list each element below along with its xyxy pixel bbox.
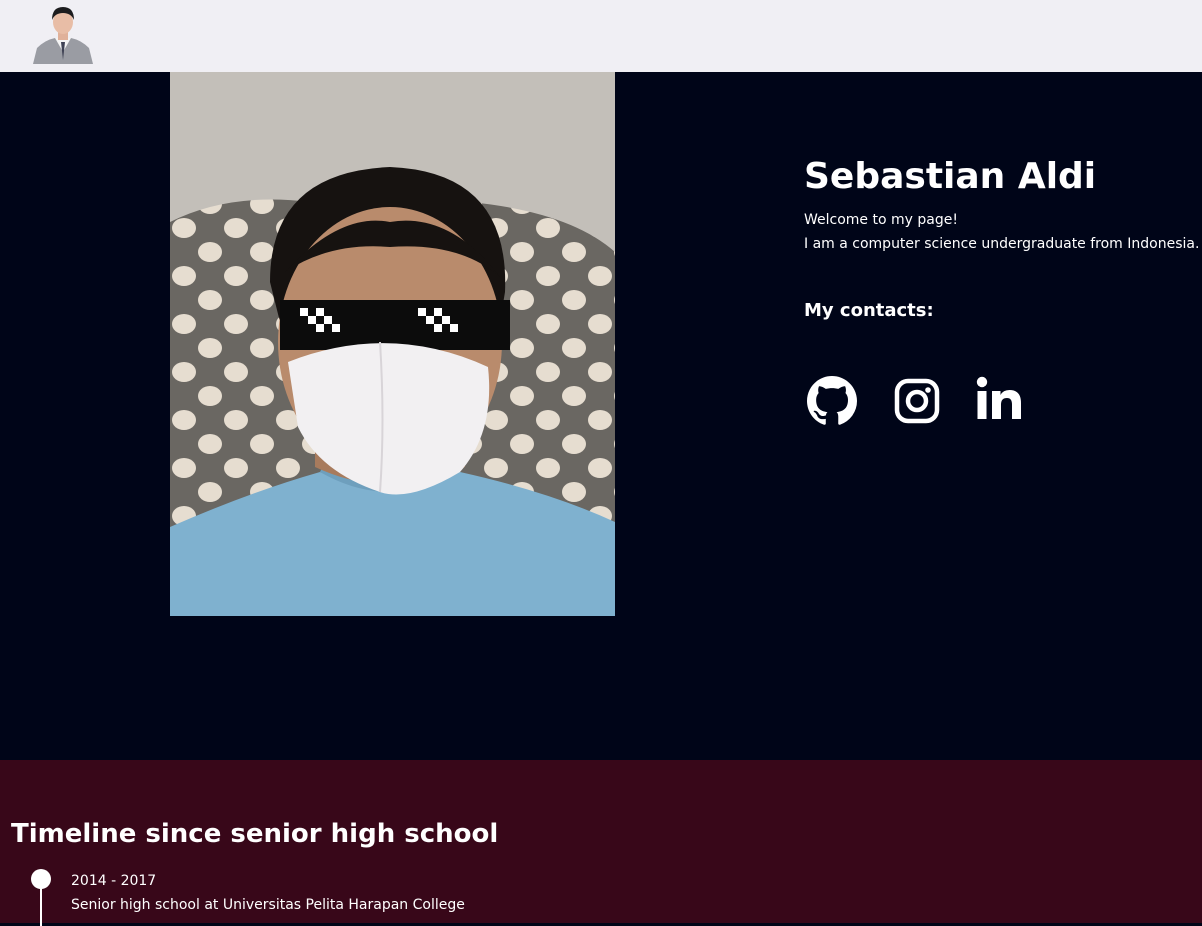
welcome-text: Welcome to my page! <box>804 212 958 228</box>
profile-photo <box>170 72 615 616</box>
hero-section: Sebastian Aldi Welcome to my page! I am … <box>0 72 1202 760</box>
timeline-title: Timeline since senior high school <box>11 819 499 849</box>
timeline-entry-description: Senior high school at Universitas Pelita… <box>71 897 465 913</box>
page-title: Sebastian Aldi <box>804 156 1097 197</box>
intro-block: Sebastian Aldi Welcome to my page! I am … <box>804 154 1202 425</box>
instagram-icon <box>894 378 940 424</box>
instagram-link[interactable] <box>894 378 940 428</box>
linkedin-icon <box>976 376 1021 419</box>
timeline-section: Timeline since senior high school 2014 -… <box>0 760 1202 926</box>
top-nav-bar <box>0 0 1202 72</box>
timeline-dot <box>31 869 51 889</box>
github-link[interactable] <box>807 376 857 430</box>
contacts-heading: My contacts: <box>804 300 934 321</box>
github-icon <box>807 376 857 425</box>
about-text: I am a computer science undergraduate fr… <box>804 236 1200 252</box>
home-logo-link[interactable] <box>31 4 95 64</box>
timeline-entry-years: 2014 - 2017 <box>71 873 157 889</box>
profile-avatar-icon <box>33 7 93 64</box>
linkedin-link[interactable] <box>976 376 1022 426</box>
timeline-line <box>40 886 42 926</box>
